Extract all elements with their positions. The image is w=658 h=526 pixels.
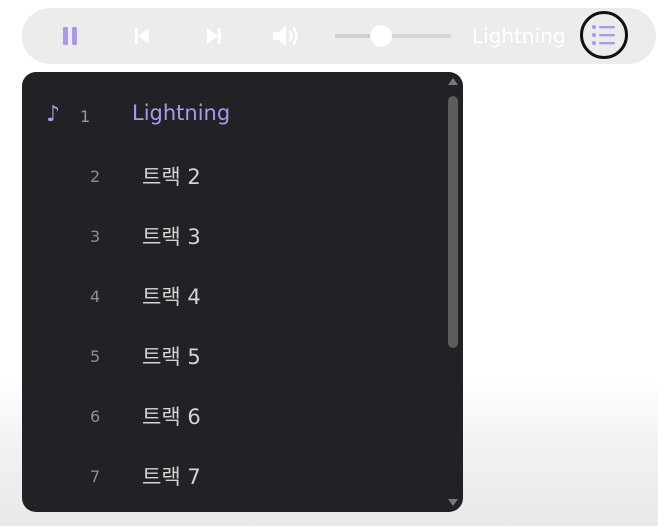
track-title: 트랙 3 (142, 225, 201, 249)
playlist-toggle-button[interactable] (580, 11, 628, 59)
scroll-thumb[interactable] (448, 96, 458, 348)
track-title: Lightning (132, 101, 231, 125)
playlist-scrollbar[interactable] (443, 72, 463, 512)
track-number: 6 (90, 407, 101, 426)
scroll-up-arrow-icon[interactable] (448, 78, 458, 85)
volume-button[interactable] (270, 22, 304, 50)
track-row-7[interactable]: 7 트랙 7 (22, 446, 443, 506)
track-title: 트랙 2 (142, 165, 201, 189)
now-playing-note-icon: ♪ (46, 102, 61, 127)
now-playing-title: Lightning (472, 24, 566, 48)
skip-previous-icon (135, 28, 149, 44)
scroll-down-arrow-icon[interactable] (448, 499, 458, 506)
next-track-button[interactable] (200, 22, 228, 50)
track-row-1[interactable]: ♪ 1 Lightning (22, 86, 443, 146)
track-number: 5 (90, 347, 101, 366)
track-row-5[interactable]: 5 트랙 5 (22, 326, 443, 386)
track-number: 4 (90, 287, 101, 306)
playlist-panel: ♪ 1 Lightning 2 트랙 2 3 트랙 3 4 트랙 4 5 트랙 … (22, 72, 463, 512)
previous-track-button[interactable] (128, 22, 156, 50)
track-number: 3 (90, 227, 101, 246)
track-row-3[interactable]: 3 트랙 3 (22, 206, 443, 266)
track-row-2[interactable]: 2 트랙 2 (22, 146, 443, 206)
player-bar: Lightning (22, 8, 656, 64)
skip-next-icon (207, 28, 221, 44)
track-title: 트랙 5 (142, 345, 201, 369)
track-title: 트랙 6 (142, 405, 201, 429)
track-number: 2 (90, 167, 101, 186)
volume-icon (273, 26, 298, 46)
track-title: 트랙 7 (142, 465, 201, 489)
track-number: 7 (90, 467, 101, 486)
volume-thumb[interactable] (370, 25, 393, 47)
track-title: 트랙 4 (142, 285, 201, 309)
track-number: 1 (80, 107, 91, 126)
track-row-6[interactable]: 6 트랙 6 (22, 386, 443, 446)
pause-icon (63, 27, 77, 45)
playlist-icon (592, 25, 615, 45)
volume-slider[interactable] (335, 22, 451, 50)
track-row-4[interactable]: 4 트랙 4 (22, 266, 443, 326)
pause-button[interactable] (56, 22, 84, 50)
